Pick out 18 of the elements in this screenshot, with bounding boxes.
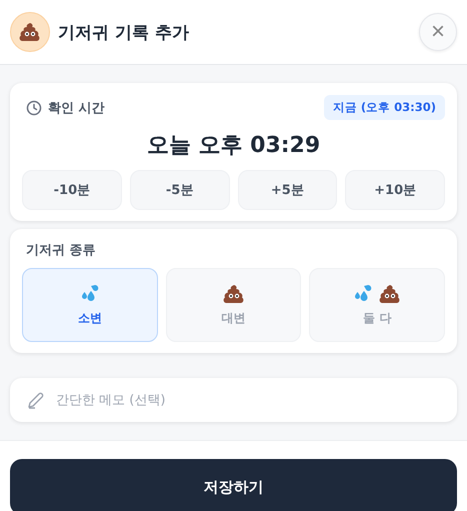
time-adjust-button[interactable]: +10분 (345, 170, 445, 210)
time-adjust-button[interactable]: -10분 (22, 170, 122, 210)
dialog-title: 기저귀 기록 추가 (58, 22, 190, 44)
time-label: 확인 시간 (48, 100, 106, 116)
time-adjust-button[interactable]: +5분 (238, 170, 338, 210)
selected-time: 오늘 오후 03:29 (146, 132, 322, 160)
time-adjust-button[interactable]: -5분 (130, 170, 230, 210)
now-button[interactable]: 지금 (오후 03:30) (324, 95, 445, 120)
poop-icon (379, 284, 402, 304)
diaper-type-option[interactable]: 소변 (22, 268, 158, 342)
memo-field[interactable]: 간단한 메모 (선택) (10, 378, 457, 422)
poop-icon (222, 284, 244, 304)
clock-icon (26, 100, 42, 116)
save-button[interactable]: 저장하기 (10, 459, 457, 511)
droplets-icon (80, 284, 100, 304)
droplets-icon (353, 284, 374, 304)
type-label: 기저귀 종류 (26, 242, 97, 259)
poop-icon (19, 22, 41, 42)
